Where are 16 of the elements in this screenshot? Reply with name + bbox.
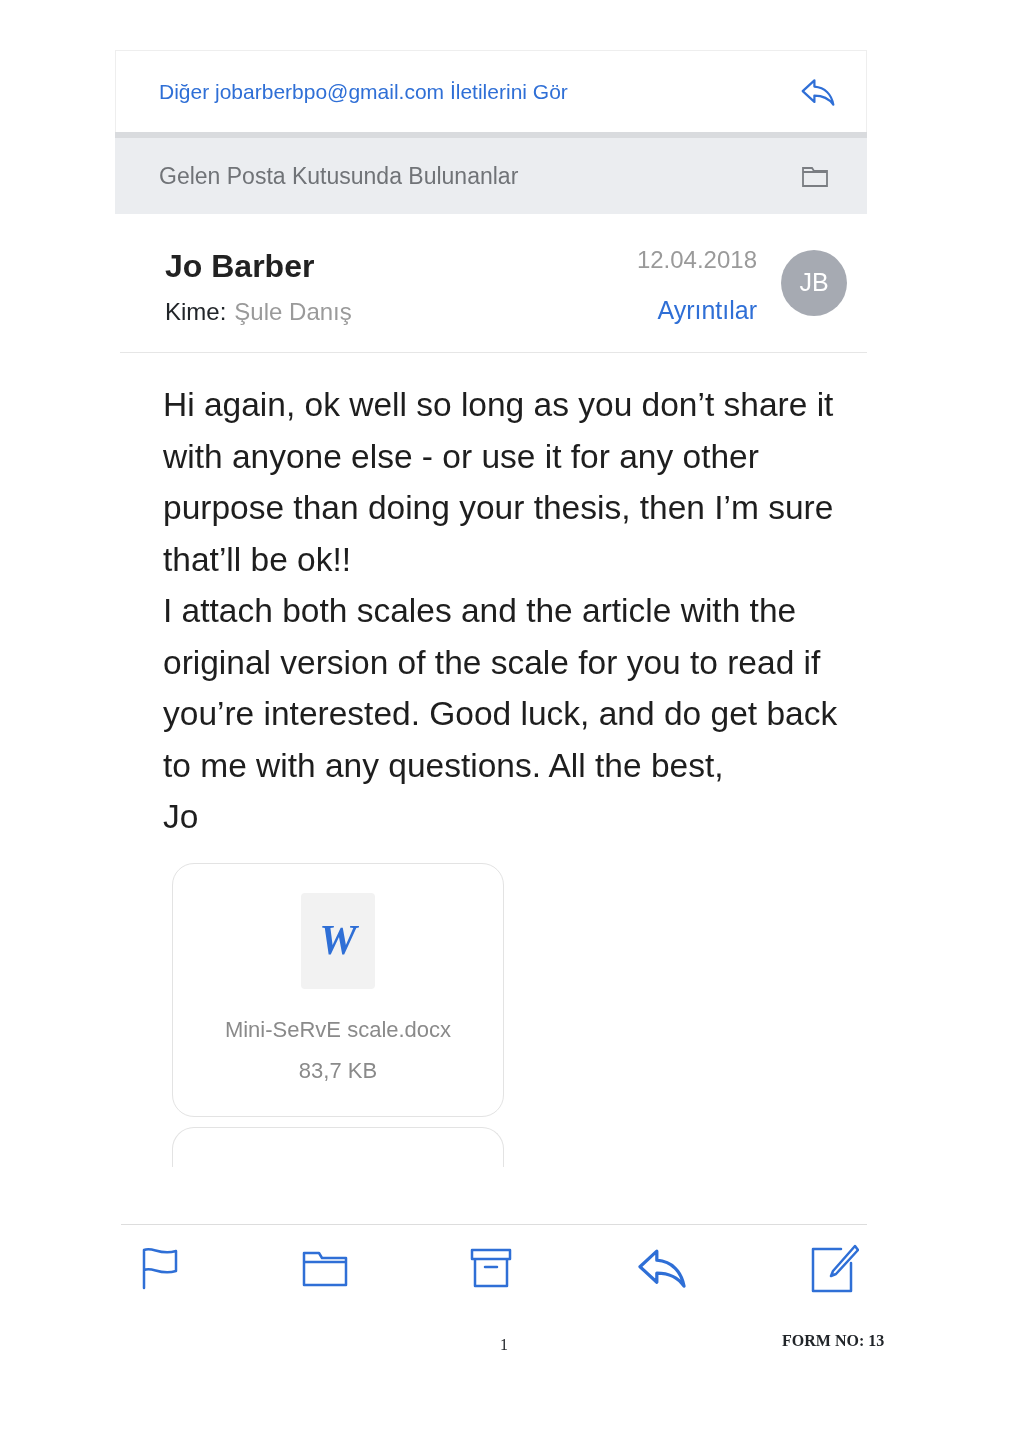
document-icon: W	[301, 892, 375, 989]
page-number: 1	[500, 1335, 508, 1355]
attachment-card[interactable]: W Mini-SeRvE scale.docx 83,7 KB	[172, 862, 504, 1117]
body-paragraph: Hi again, ok well so long as you don’t share it with anyone else - or use it for any other purpose than doing your thesis, then I’m sure that’ll be ok!!	[163, 385, 835, 580]
attachment-size: 83,7 KB	[298, 1056, 378, 1085]
avatar: JB	[781, 250, 847, 316]
to-label: Kime:	[165, 297, 227, 327]
form-number: FORM NO: 13	[782, 1331, 885, 1351]
attachment-filename: Mini-SeRvE scale.docx	[224, 1015, 452, 1044]
details-link[interactable]: Ayrıntılar	[657, 292, 757, 330]
message-date: 12.04.2018	[636, 245, 757, 275]
mailbox-label: Gelen Posta Kutusunda Bulunanlar	[159, 161, 519, 191]
body-paragraph: I attach both scales and the article with the original version of the scale for you to read if you’re interested. Good luck, and do get back to me with any questions. All the best,	[163, 591, 839, 786]
sender-name: Jo Barber	[165, 247, 316, 286]
recipient-name: Şule Danış	[234, 297, 352, 327]
body-paragraph: Jo	[163, 797, 200, 837]
